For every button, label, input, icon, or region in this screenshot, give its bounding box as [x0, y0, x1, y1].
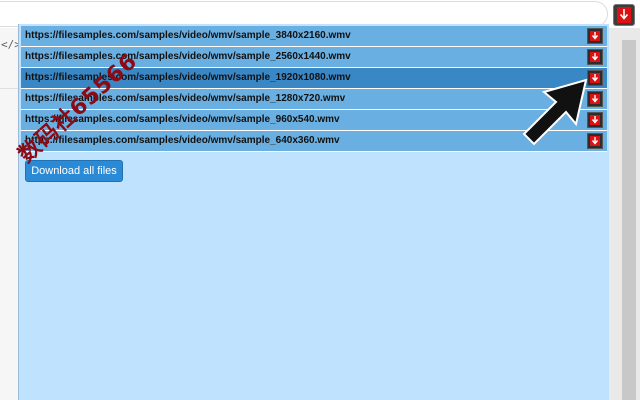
- file-row[interactable]: https://filesamples.com/samples/video/wm…: [21, 26, 607, 47]
- file-url[interactable]: https://filesamples.com/samples/video/wm…: [25, 72, 351, 83]
- divider: [0, 88, 18, 89]
- download-arrow-icon: [590, 52, 600, 62]
- download-button[interactable]: [587, 28, 603, 44]
- extension-button[interactable]: [613, 4, 635, 26]
- file-url[interactable]: https://filesamples.com/samples/video/wm…: [25, 30, 351, 41]
- download-all-button[interactable]: Download all files: [25, 160, 123, 182]
- file-url[interactable]: https://filesamples.com/samples/video/wm…: [25, 135, 340, 146]
- download-arrow-icon: [617, 7, 631, 23]
- download-button[interactable]: [587, 49, 603, 65]
- file-url[interactable]: https://filesamples.com/samples/video/wm…: [25, 51, 351, 62]
- page-left-edge: [0, 28, 18, 400]
- download-arrow-icon: [590, 31, 600, 41]
- scrollbar[interactable]: [622, 40, 636, 400]
- cursor-arrow-icon: [522, 78, 588, 146]
